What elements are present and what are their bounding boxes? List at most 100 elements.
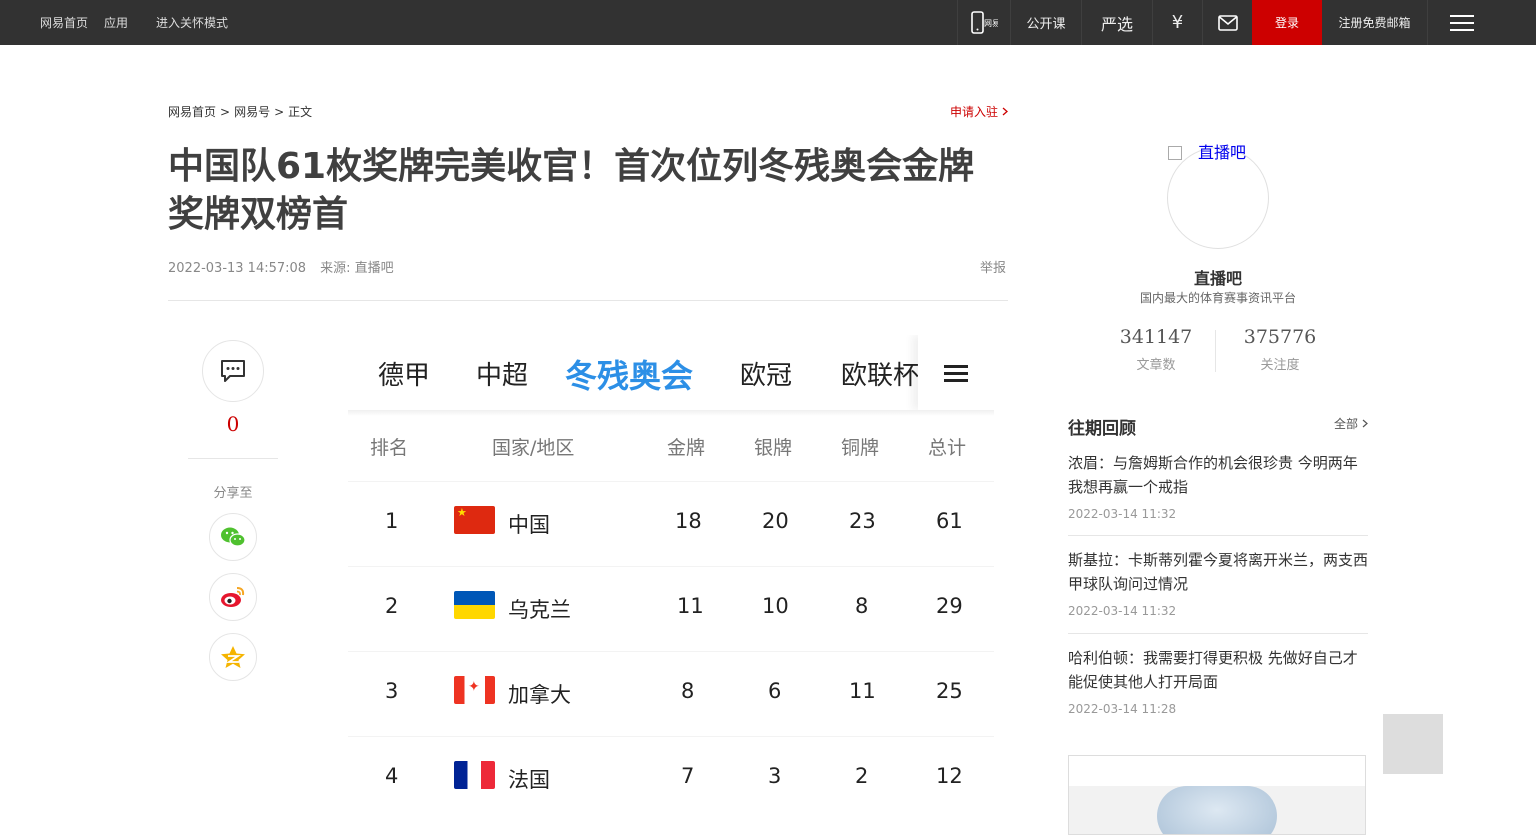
medal-silver: 6 [768, 679, 782, 703]
breadcrumb-separator: > [220, 105, 231, 119]
mobile-app-button[interactable]: 网易 [957, 0, 1010, 45]
article-datetime: 2022-03-13 14:57:08 [168, 261, 307, 276]
medal-tabs: 德甲 中超 冬残奥会 欧冠 欧联杯 [348, 335, 994, 410]
news-title[interactable]: 哈利伯顿：我需要打得更积极 先做好自己才能促使其他人打开局面 [1068, 646, 1368, 694]
news-item[interactable]: 浓眉：与詹姆斯合作的机会很珍贵 今明两年我想再赢一个戒指 2022-03-14 … [1068, 451, 1368, 521]
news-title[interactable]: 斯基拉：卡斯蒂列霍今夏将离开米兰，两支西甲球队询问过情况 [1068, 548, 1368, 596]
medal-rank: 2 [385, 594, 399, 618]
mail-icon [1217, 14, 1238, 31]
ad-cloud-graphic [1157, 786, 1277, 834]
share-wechat-button[interactable] [209, 513, 257, 561]
breadcrumb-current: 正文 [288, 105, 313, 119]
france-flag-icon [454, 761, 495, 789]
divider [1068, 535, 1368, 536]
medal-table-image: 德甲 中超 冬残奥会 欧冠 欧联杯 排名 国家/地区 金牌 银牌 铜牌 总计 1… [348, 335, 994, 824]
medal-total: 61 [936, 509, 963, 533]
share-qzone-button[interactable] [209, 633, 257, 681]
top-nav-left: 网易首页 应用 进入关怀模式 [40, 0, 244, 45]
top-nav-right: 网易 公开课 严选 ¥ 登录 注册免费邮箱 [957, 0, 1536, 45]
medal-tab-active: 冬残奥会 [565, 357, 694, 395]
medal-tab: 欧联杯 [841, 361, 920, 391]
news-date: 2022-03-14 11:32 [1068, 604, 1177, 618]
medal-tab: 欧冠 [740, 361, 793, 391]
divider [348, 481, 994, 482]
comment-icon [221, 360, 245, 382]
article-meta: 2022-03-13 14:57:08 来源: 直播吧 [168, 257, 394, 276]
breadcrumb-separator: > [274, 105, 285, 119]
medal-country: 乌克兰 [508, 598, 571, 622]
divider [1068, 633, 1368, 634]
divider [168, 300, 1008, 301]
view-all-link[interactable]: 全部 [1334, 415, 1368, 432]
stat-value: 341147 [1119, 326, 1193, 348]
report-link[interactable]: 举报 [980, 257, 1006, 276]
news-date: 2022-03-14 11:32 [1068, 507, 1177, 521]
breadcrumb-home[interactable]: 网易首页 [168, 105, 216, 119]
medal-gold: 11 [677, 594, 704, 618]
menu-button[interactable] [1427, 0, 1496, 45]
back-to-top-button[interactable] [1383, 714, 1443, 774]
breadcrumb: 网易首页 > 网易号 > 正文 [168, 103, 312, 120]
svg-text:网易: 网易 [984, 19, 998, 28]
chevron-right-icon [1002, 107, 1008, 116]
news-item[interactable]: 斯基拉：卡斯蒂列霍今夏将离开米兰，两支西甲球队询问过情况 2022-03-14 … [1068, 548, 1368, 618]
news-item[interactable]: 哈利伯顿：我需要打得更积极 先做好自己才能促使其他人打开局面 2022-03-1… [1068, 646, 1368, 716]
register-mail-link[interactable]: 注册免费邮箱 [1322, 0, 1427, 45]
mail-button[interactable] [1202, 0, 1252, 45]
phone-icon: 网易 [971, 10, 998, 34]
medal-country: 加拿大 [508, 683, 571, 707]
canada-flag-icon [454, 676, 495, 704]
medal-header: 金牌 [667, 437, 706, 459]
divider [348, 566, 994, 567]
qzone-icon [221, 646, 245, 668]
yen-icon[interactable]: ¥ [1152, 0, 1202, 45]
medal-gold: 8 [681, 679, 695, 703]
medal-rank: 1 [385, 509, 399, 533]
medal-bronze: 23 [849, 509, 876, 533]
divider [348, 651, 994, 652]
medal-header: 银牌 [754, 437, 793, 459]
medal-total: 29 [936, 594, 963, 618]
past-review-title: 往期回顾 [1068, 419, 1136, 439]
medal-silver: 3 [768, 764, 782, 788]
medal-bronze: 8 [855, 594, 869, 618]
medal-gold: 7 [681, 764, 695, 788]
divider [348, 736, 994, 737]
comment-count[interactable]: 0 [202, 412, 264, 436]
article-source[interactable]: 来源: 直播吧 [320, 261, 394, 276]
medal-rank: 4 [385, 764, 399, 788]
nav-apps-link[interactable]: 应用 [104, 14, 128, 31]
top-nav-bar: 网易首页 应用 进入关怀模式 网易 公开课 严选 ¥ 登录 注册免费邮箱 [0, 0, 1536, 45]
medal-tab: 中超 [476, 361, 529, 391]
medal-bronze: 11 [849, 679, 876, 703]
apply-join-label: 申请入驻 [950, 105, 999, 119]
medal-total: 25 [936, 679, 963, 703]
open-course-link[interactable]: 公开课 [1010, 0, 1081, 45]
medal-silver: 10 [762, 594, 789, 618]
medal-header: 总计 [928, 437, 967, 459]
wechat-icon [221, 527, 246, 547]
comment-button[interactable] [202, 340, 264, 402]
ukraine-flag-icon [454, 591, 495, 619]
login-button[interactable]: 登录 [1252, 0, 1322, 45]
stat-label: 文章数 [1136, 358, 1176, 373]
view-all-label: 全部 [1334, 417, 1359, 431]
article-title: 中国队61枚奖牌完美收官！首次位列冬残奥会金牌奖牌双榜首 [168, 146, 975, 235]
author-name[interactable]: 直播吧 [1068, 265, 1368, 289]
yanxuan-link[interactable]: 严选 [1081, 0, 1152, 45]
care-mode-link[interactable]: 进入关怀模式 [156, 14, 228, 31]
avatar-alt-text[interactable]: 直播吧 [1168, 139, 1246, 163]
broken-image-icon [1168, 146, 1182, 160]
breadcrumb-section[interactable]: 网易号 [234, 105, 270, 119]
news-title[interactable]: 浓眉：与詹姆斯合作的机会很珍贵 今明两年我想再赢一个戒指 [1068, 451, 1368, 499]
divider [188, 458, 278, 459]
sidebar-ad-image[interactable] [1068, 755, 1366, 835]
medal-header: 国家/地区 [492, 437, 575, 459]
share-weibo-button[interactable] [209, 573, 257, 621]
apply-join-link[interactable]: 申请入驻 [950, 103, 1008, 120]
medal-menu [918, 335, 994, 410]
china-flag-icon [454, 506, 495, 534]
medal-tab: 德甲 [378, 361, 431, 391]
medal-country: 法国 [508, 768, 550, 792]
nav-home-link[interactable]: 网易首页 [40, 14, 88, 31]
